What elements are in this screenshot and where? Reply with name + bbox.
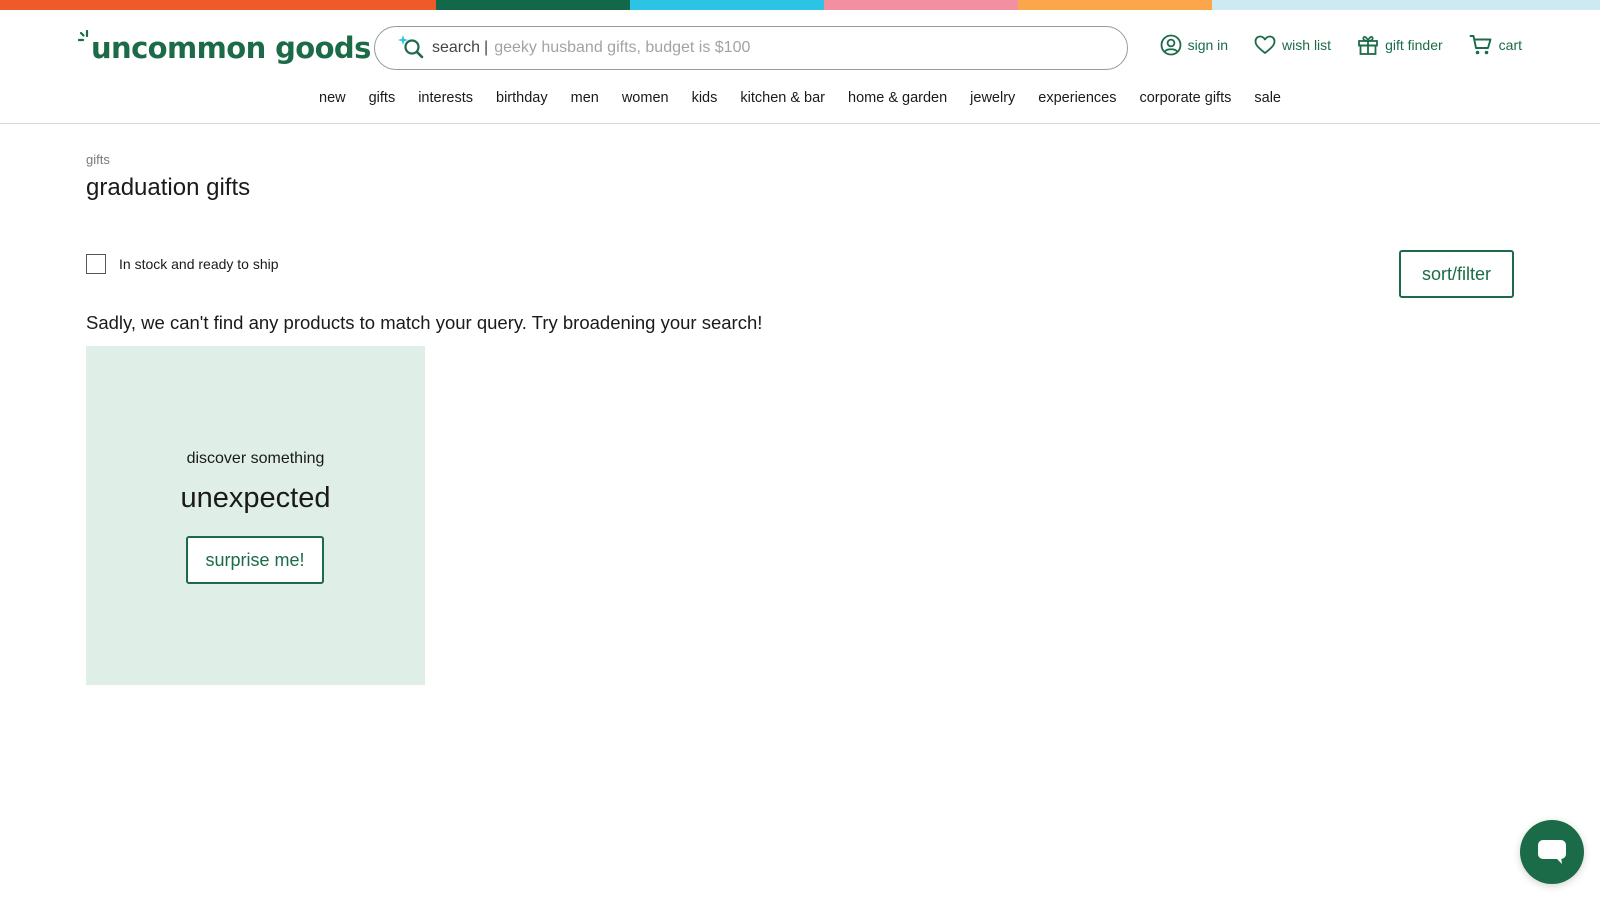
site-logo[interactable]: uncommon goods bbox=[78, 30, 371, 66]
no-results-message: Sadly, we can't find any products to mat… bbox=[86, 312, 763, 333]
site-header: uncommon goods search | sign in bbox=[0, 10, 1600, 124]
brand-color-stripe bbox=[0, 0, 1600, 10]
nav-jewelry[interactable]: jewelry bbox=[970, 90, 1015, 106]
stripe-segment-orange bbox=[0, 0, 436, 10]
stripe-segment-green bbox=[436, 0, 630, 10]
nav-corporate-gifts[interactable]: corporate gifts bbox=[1139, 90, 1231, 106]
stripe-segment-blue bbox=[630, 0, 824, 10]
nav-gifts[interactable]: gifts bbox=[369, 90, 396, 106]
chat-launcher-button[interactable] bbox=[1520, 820, 1584, 884]
sort-filter-button[interactable]: sort/filter bbox=[1399, 250, 1514, 298]
cart-label: cart bbox=[1498, 37, 1522, 53]
cart-link[interactable]: cart bbox=[1469, 34, 1522, 56]
in-stock-label: In stock and ready to ship bbox=[119, 256, 279, 272]
sparkle-search-icon bbox=[395, 33, 429, 63]
main-category-nav: new gifts interests birthday men women k… bbox=[0, 90, 1600, 106]
in-stock-checkbox[interactable] bbox=[86, 254, 106, 274]
gift-finder-link[interactable]: gift finder bbox=[1357, 34, 1443, 56]
logo-spark-icon bbox=[78, 30, 89, 42]
discover-promo-card: discover something unexpected surprise m… bbox=[86, 346, 425, 685]
breadcrumb-gifts[interactable]: gifts bbox=[86, 152, 110, 167]
surprise-me-button[interactable]: surprise me! bbox=[186, 536, 324, 584]
nav-sale[interactable]: sale bbox=[1254, 90, 1281, 106]
user-circle-icon bbox=[1160, 34, 1181, 56]
stripe-segment-light-blue bbox=[1212, 0, 1600, 10]
nav-kitchen-bar[interactable]: kitchen & bar bbox=[740, 90, 825, 106]
heart-icon bbox=[1254, 35, 1276, 54]
search-input[interactable] bbox=[494, 39, 1055, 57]
stripe-segment-amber bbox=[1018, 0, 1212, 10]
wish-list-label: wish list bbox=[1282, 37, 1332, 53]
sign-in-label: sign in bbox=[1187, 37, 1229, 53]
chat-bubble-icon bbox=[1538, 840, 1566, 864]
stripe-segment-pink bbox=[824, 0, 1018, 10]
nav-men[interactable]: men bbox=[571, 90, 599, 106]
search-cursor: | bbox=[484, 39, 489, 56]
search-label: search bbox=[432, 39, 481, 56]
gift-icon bbox=[1358, 36, 1378, 55]
promo-headline: unexpected bbox=[180, 482, 331, 514]
logo-wordmark: uncommon goods bbox=[91, 31, 371, 65]
in-stock-filter[interactable]: In stock and ready to ship bbox=[86, 254, 279, 274]
sign-in-link[interactable]: sign in bbox=[1160, 34, 1228, 56]
nav-experiences[interactable]: experiences bbox=[1038, 90, 1116, 106]
page-title: graduation gifts bbox=[86, 174, 251, 201]
wish-list-link[interactable]: wish list bbox=[1254, 35, 1331, 55]
nav-interests[interactable]: interests bbox=[418, 90, 473, 106]
utility-nav: sign in wish list gift finder cart bbox=[1134, 34, 1522, 56]
nav-kids[interactable]: kids bbox=[692, 90, 718, 106]
cart-icon bbox=[1469, 35, 1492, 55]
nav-new[interactable]: new bbox=[319, 90, 346, 106]
promo-kicker: discover something bbox=[186, 450, 325, 467]
search-bar[interactable]: search | bbox=[374, 26, 1128, 70]
nav-women[interactable]: women bbox=[622, 90, 669, 106]
nav-home-garden[interactable]: home & garden bbox=[848, 90, 947, 106]
gift-finder-label: gift finder bbox=[1385, 37, 1443, 53]
nav-birthday[interactable]: birthday bbox=[496, 90, 548, 106]
